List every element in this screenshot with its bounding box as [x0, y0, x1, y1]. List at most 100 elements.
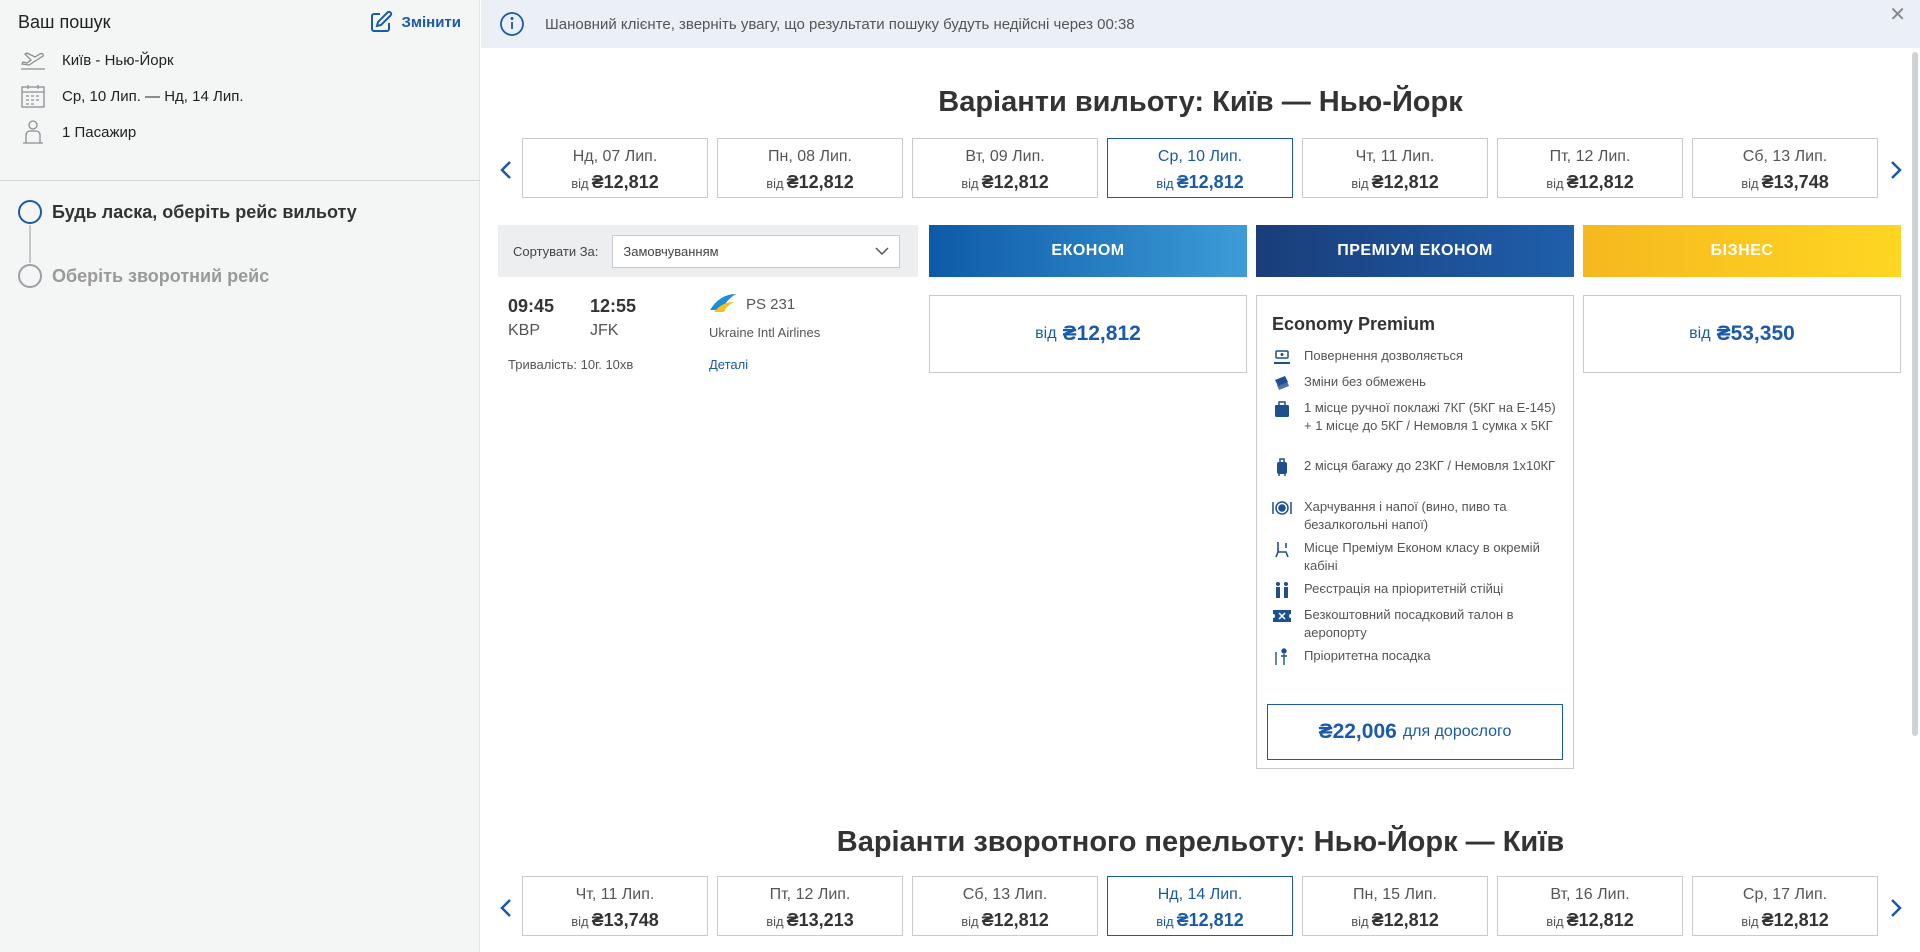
sort-select[interactable]: Замовчуванням	[612, 234, 901, 268]
departure-time: 09:45	[508, 296, 555, 316]
date-price: ₴13,213	[786, 910, 854, 930]
return-date-option[interactable]: Вт, 16 Лип. від ₴12,812	[1497, 876, 1683, 936]
feature-text: 1 місце ручної поклажі 7КГ (5КГ на E-145…	[1304, 400, 1556, 433]
flight-duration: Тривалість: 10г. 10хв	[508, 357, 634, 372]
sidebar-passengers-text: 1 Пасажир	[62, 123, 137, 141]
return-date-option[interactable]: Чт, 11 Лип. від ₴13,748	[522, 876, 708, 936]
boarding-pass-icon	[1272, 607, 1292, 625]
feature-item: Реєстрація на пріоритетній стійці	[1272, 580, 1562, 599]
from-label: від	[1546, 176, 1564, 191]
step-outbound-label: Будь ласка, оберіть рейс вильоту	[52, 201, 357, 222]
date-price: ₴12,812	[981, 172, 1049, 192]
date-price: ₴12,812	[1371, 910, 1439, 930]
step-return-label: Оберіть зворотний рейс	[52, 265, 270, 286]
sidebar-passengers: 1 Пасажир	[0, 114, 479, 150]
feature-text: 2 місця багажу до 23КГ / Немовля 1х10КГ	[1304, 458, 1556, 473]
booking-steps: Будь ласка, оберіть рейс вильоту Оберіть…	[18, 199, 357, 289]
premium-fare-price-label: для дорослого	[1402, 723, 1512, 740]
cabin-business-header[interactable]: БІЗНЕС	[1583, 225, 1901, 277]
outbound-prev-arrow-icon[interactable]	[491, 150, 521, 190]
return-date-option[interactable]: Пн, 15 Лип. від ₴12,812	[1302, 876, 1488, 936]
from-label: від	[766, 176, 784, 191]
from-label: від	[1689, 325, 1711, 342]
outbound-title: Варіанти вильоту: Київ — Нью-Йорк	[938, 86, 1463, 118]
from-label: від	[1156, 176, 1174, 191]
from-label: від	[1741, 176, 1759, 191]
sort-label: Сортувати За:	[513, 243, 599, 259]
feature-text: Повернення дозволяється	[1304, 348, 1464, 363]
from-label: від	[1351, 176, 1369, 191]
premium-fare-select-button[interactable]: ₴22,006 для дорослого	[1267, 704, 1563, 760]
date-label: Вт, 16 Лип.	[1550, 886, 1630, 903]
feature-text: Харчування і напої (вино, пиво та безалк…	[1304, 499, 1507, 532]
cabin-premium-header[interactable]: ПРЕМІУМ ЕКОНОМ	[1256, 225, 1574, 277]
flight-row: 09:45 12:55 KBP JFK PS 231 Ukraine Intl …	[498, 290, 918, 380]
ticket-change-icon	[1272, 374, 1292, 392]
close-notice-icon[interactable]: ✕	[1889, 2, 1906, 27]
return-date-option-selected[interactable]: Нд, 14 Лип. від ₴12,812	[1107, 876, 1293, 936]
sidebar-route-text: Київ - Нью-Йорк	[62, 51, 174, 69]
outbound-date-option[interactable]: Нд, 07 Лип. від ₴12,812	[522, 138, 708, 198]
date-price: ₴13,748	[591, 910, 659, 930]
return-date-option[interactable]: Ср, 17 Лип. від ₴12,812	[1692, 876, 1878, 936]
arrival-time: 12:55	[590, 296, 637, 316]
date-label: Пн, 08 Лип.	[767, 148, 852, 165]
notice-text: Шановний клієнте, зверніть увагу, що рез…	[545, 15, 1135, 33]
outbound-date-carousel: Нд, 07 Лип. від ₴12,812 Пн, 08 Лип. від ₴1…	[481, 138, 1920, 200]
return-date-option[interactable]: Пт, 12 Лип. від ₴13,213	[717, 876, 903, 936]
flight-details-link[interactable]: Деталі	[709, 357, 748, 372]
feature-item: Повернення дозволяється	[1272, 347, 1562, 366]
cabin-economy-header[interactable]: ЕКОНОМ	[929, 225, 1247, 277]
from-label: від	[1546, 914, 1564, 929]
step-return: Оберіть зворотний рейс	[18, 263, 357, 289]
outbound-date-option[interactable]: Пн, 08 Лип. від ₴12,812	[717, 138, 903, 198]
outbound-date-option-selected[interactable]: Ср, 10 Лип. від ₴12,812	[1107, 138, 1293, 198]
from-label: від	[961, 914, 979, 929]
departure-airport: KBP	[508, 322, 541, 339]
feature-text: Безкоштовний посадковий талон в аеропорт…	[1304, 607, 1514, 640]
return-next-arrow-icon[interactable]	[1881, 888, 1911, 928]
date-label: Вт, 09 Лип.	[965, 148, 1045, 165]
feature-item: Пріоритетна посадка	[1272, 647, 1562, 666]
plane-departure-icon	[18, 47, 48, 73]
outbound-next-arrow-icon[interactable]	[1881, 150, 1911, 190]
from-label: від	[571, 914, 589, 929]
date-label: Пт, 12 Лип.	[769, 886, 851, 903]
sort-value: Замовчуванням	[623, 243, 719, 259]
sort-bar: Сортувати За: Замовчуванням	[498, 225, 918, 277]
business-fare-button[interactable]: від ₴53,350	[1583, 295, 1901, 373]
priority-checkin-icon	[1272, 581, 1292, 599]
priority-boarding-icon	[1272, 648, 1292, 666]
airline-name: Ukraine Intl Airlines	[709, 325, 821, 340]
feature-item: Безкоштовний посадковий талон в аеропорт…	[1272, 606, 1562, 642]
economy-fare-button[interactable]: від ₴12,812	[929, 295, 1247, 373]
edit-search-label: Змінити	[401, 13, 461, 31]
return-prev-arrow-icon[interactable]	[491, 888, 521, 928]
sidebar-title: Ваш пошук	[18, 11, 111, 32]
calendar-icon	[18, 83, 48, 109]
sidebar-dates: Ср, 10 Лип. — Нд, 14 Лип.	[0, 78, 479, 114]
outbound-date-option[interactable]: Пт, 12 Лип. від ₴12,812	[1497, 138, 1683, 198]
feature-text: Пріоритетна посадка	[1304, 648, 1431, 663]
outbound-date-option[interactable]: Вт, 09 Лип. від ₴12,812	[912, 138, 1098, 198]
premium-fare-price: ₴22,006	[1318, 720, 1397, 743]
outbound-date-option[interactable]: Чт, 11 Лип. від ₴12,812	[1302, 138, 1488, 198]
date-price: ₴12,812	[1566, 172, 1634, 192]
edit-search-button[interactable]: Змінити	[369, 10, 461, 34]
from-label: від	[1351, 914, 1369, 929]
date-price: ₴12,812	[981, 910, 1049, 930]
return-date-option[interactable]: Сб, 13 Лип. від ₴12,812	[912, 876, 1098, 936]
search-sidebar: Ваш пошук Змінити Київ - Нью-Йорк Ср, 10…	[0, 0, 480, 952]
outbound-date-option[interactable]: Сб, 13 Лип. від ₴13,748	[1692, 138, 1878, 198]
feature-text: Зміни без обмежень	[1304, 374, 1426, 389]
from-label: від	[1741, 914, 1759, 929]
edit-icon	[371, 10, 393, 32]
date-label: Пн, 15 Лип.	[1352, 886, 1437, 903]
date-label: Нд, 07 Лип.	[572, 148, 658, 165]
date-label: Ср, 10 Лип.	[1157, 148, 1243, 165]
feature-item: 2 місця багажу до 23КГ / Немовля 1х10КГ	[1272, 457, 1562, 476]
economy-fare-price: ₴12,812	[1062, 322, 1141, 345]
return-date-carousel: Чт, 11 Лип. від ₴13,748 Пт, 12 Лип. від ₴1…	[481, 876, 1920, 938]
feature-text: Реєстрація на пріоритетній стійці	[1304, 581, 1504, 596]
date-price: ₴13,748	[1761, 172, 1829, 192]
